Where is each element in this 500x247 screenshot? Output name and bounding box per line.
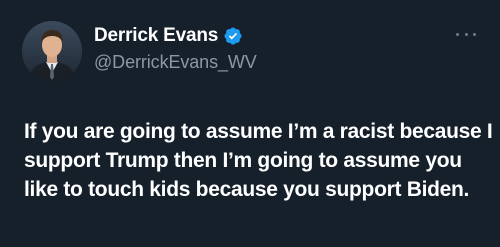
more-icon-dot <box>473 32 476 36</box>
tweet-text: If you are going to assume I’m a racist … <box>24 120 493 201</box>
more-icon-dot <box>456 32 459 36</box>
tweet-card: Derrick Evans @DerrickEvans_WV If you ar… <box>0 0 500 247</box>
profile-photo-icon <box>22 21 82 81</box>
user-handle[interactable]: @DerrickEvans_WV <box>94 52 257 73</box>
more-icon-dot <box>464 32 468 36</box>
verified-badge-icon <box>223 26 243 46</box>
tweet-header: Derrick Evans @DerrickEvans_WV <box>94 24 257 73</box>
name-row: Derrick Evans <box>94 24 257 48</box>
more-options-button[interactable] <box>456 30 476 38</box>
avatar[interactable] <box>22 21 82 81</box>
display-name[interactable]: Derrick Evans <box>94 25 218 47</box>
